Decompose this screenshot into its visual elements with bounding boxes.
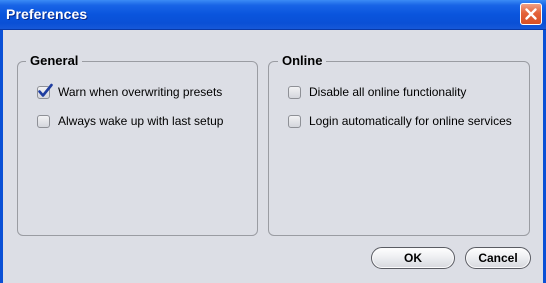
login-automatically-label: Login automatically for online services [309, 114, 512, 128]
general-group-label: General [26, 53, 83, 69]
warn-overwriting-presets-checkbox[interactable] [37, 83, 53, 99]
warn-overwriting-presets-option[interactable]: Warn when overwriting presets [37, 83, 223, 100]
close-icon [525, 8, 537, 20]
ok-button[interactable]: OK [371, 247, 455, 269]
close-button[interactable] [520, 3, 542, 25]
login-automatically-checkbox[interactable] [288, 114, 301, 128]
always-wake-last-setup-checkbox[interactable] [37, 114, 50, 128]
warn-overwriting-presets-label: Warn when overwriting presets [58, 85, 223, 99]
disable-online-functionality-checkbox[interactable] [288, 85, 301, 99]
window-title: Preferences [6, 6, 88, 22]
cancel-button[interactable]: Cancel [465, 247, 531, 269]
checkmark-icon [38, 83, 53, 97]
always-wake-last-setup-option[interactable]: Always wake up with last setup [37, 113, 223, 129]
title-bar[interactable]: Preferences [0, 0, 546, 30]
disable-online-functionality-label: Disable all online functionality [309, 85, 467, 99]
online-group-label: Online [278, 53, 327, 69]
login-automatically-option[interactable]: Login automatically for online services [288, 113, 512, 129]
always-wake-last-setup-label: Always wake up with last setup [58, 114, 224, 128]
disable-online-functionality-option[interactable]: Disable all online functionality [288, 84, 466, 100]
